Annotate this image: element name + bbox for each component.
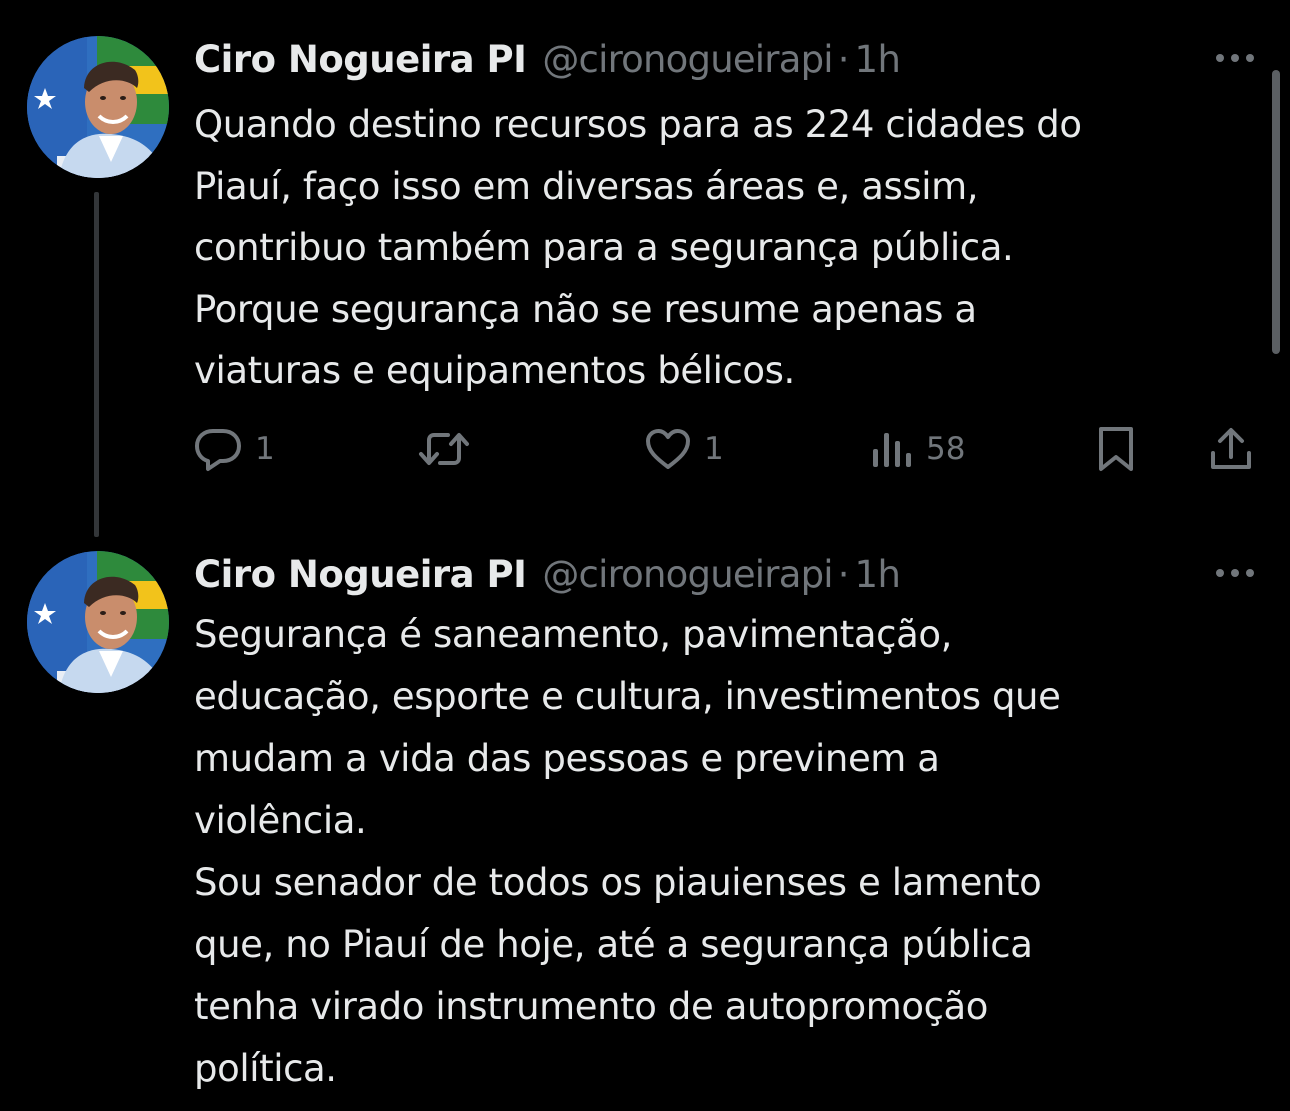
- tweet-text-line: Segurança é saneamento, pavimentação,: [194, 613, 952, 656]
- thread-connector-line: [94, 192, 99, 537]
- avatar[interactable]: [27, 36, 169, 178]
- heart-icon: [646, 429, 690, 469]
- reply-icon: [195, 429, 241, 471]
- author-display-name[interactable]: Ciro Nogueira PI: [194, 36, 527, 84]
- tweet-text-line: contribuo também para a segurança públic…: [194, 226, 1014, 269]
- profile-photo-icon: [27, 36, 169, 178]
- tweet-text-line: viaturas e equipamentos bélicos.: [194, 349, 795, 392]
- scrollbar[interactable]: [1272, 70, 1280, 354]
- separator-dot: ·: [837, 553, 850, 596]
- tweet-text: Segurança é saneamento, pavimentação, ed…: [194, 604, 1264, 1100]
- reply-button[interactable]: 1: [193, 422, 275, 476]
- share-button[interactable]: [1208, 422, 1254, 476]
- tweet-text-line: mudam a vida das pessoas e previnem a: [194, 737, 940, 780]
- views-count: 58: [926, 431, 966, 467]
- reply-count: 1: [255, 431, 275, 467]
- like-count: 1: [704, 431, 724, 467]
- like-button[interactable]: 1: [644, 422, 724, 476]
- profile-photo-icon: [27, 551, 169, 693]
- tweet-timestamp[interactable]: 1h: [855, 36, 902, 84]
- avatar[interactable]: [27, 551, 169, 693]
- bookmark-button[interactable]: [1096, 422, 1136, 476]
- tweet-text-line: Porque segurança não se resume apenas a: [194, 287, 977, 331]
- tweet-text-line: violência.: [194, 799, 367, 842]
- analytics-bar-chart-icon: [873, 433, 911, 467]
- tweet-text-line: Piauí, faço isso em diversas áreas e, as…: [194, 164, 979, 208]
- views-button[interactable]: 58: [870, 422, 965, 476]
- tweet[interactable]: Ciro Nogueira PI @cironogueirapi · 1h Qu…: [0, 0, 1290, 537]
- tweet-text-line: tenha virado instrumento de autopromoção: [194, 985, 989, 1028]
- separator-dot: ·: [837, 38, 850, 81]
- tweet-text-line: política.: [194, 1047, 337, 1090]
- retweet-button[interactable]: [416, 422, 472, 476]
- more-options-icon[interactable]: [1212, 565, 1258, 581]
- tweet-text-line: Quando destino recursos para as 224 cida…: [194, 103, 1082, 146]
- tweet[interactable]: Ciro Nogueira PI @cironogueirapi · 1h Se…: [0, 515, 1290, 1111]
- tweet-text-line: que, no Piauí de hoje, até a segurança p…: [194, 923, 1033, 966]
- tweet-text-line: educação, esporte e cultura, investiment…: [194, 675, 1061, 718]
- tweet-header: Ciro Nogueira PI @cironogueirapi · 1h: [194, 551, 901, 599]
- share-icon: [1211, 428, 1251, 469]
- author-handle[interactable]: @cironogueirapi: [542, 551, 833, 599]
- tweet-text: Quando destino recursos para as 224 cida…: [194, 94, 1264, 402]
- tweet-actions: 1 1 58: [0, 422, 1290, 476]
- bookmark-icon: [1099, 427, 1133, 471]
- retweet-icon: [419, 433, 469, 465]
- author-display-name[interactable]: Ciro Nogueira PI: [194, 551, 527, 599]
- author-handle[interactable]: @cironogueirapi: [542, 36, 833, 84]
- more-options-icon[interactable]: [1212, 50, 1258, 66]
- tweet-timestamp[interactable]: 1h: [855, 551, 902, 599]
- tweet-header: Ciro Nogueira PI @cironogueirapi · 1h: [194, 36, 901, 84]
- tweet-text-line: Sou senador de todos os piauienses e lam…: [194, 861, 1042, 904]
